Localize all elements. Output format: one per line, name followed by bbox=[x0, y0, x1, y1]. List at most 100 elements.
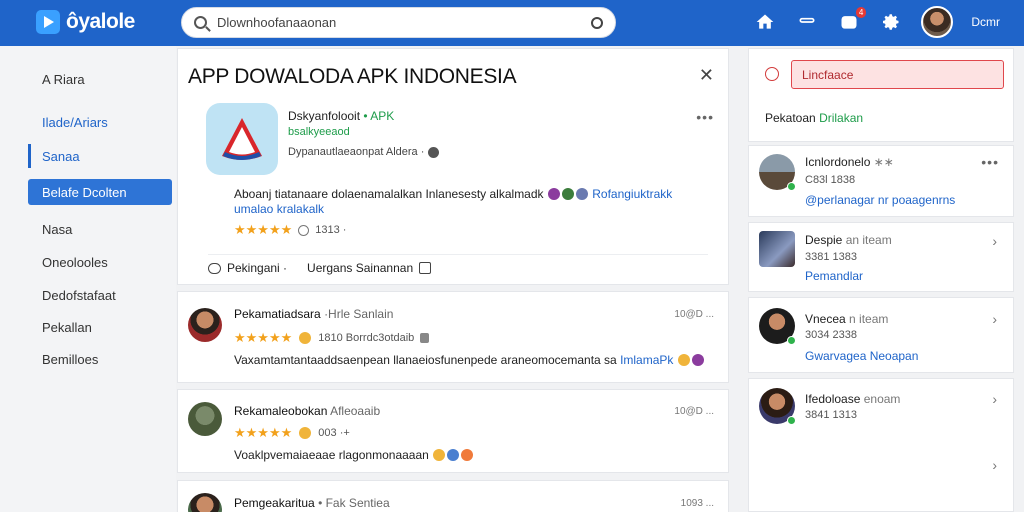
sidebar-item-pekallan[interactable]: Pekallan bbox=[28, 314, 172, 340]
review-author[interactable]: Rekamaleobokan Afleoaaib bbox=[234, 404, 380, 418]
review-body: Vaxamtamtantaaddsaenpean llanaeiosfunenp… bbox=[234, 353, 617, 367]
list-item[interactable]: Icnlordonelo ∗∗ ••• C83l 1838 @perlanaga… bbox=[748, 145, 1014, 217]
report-button[interactable]: Lincfaace bbox=[791, 60, 1004, 89]
sidebar-item-nasa[interactable]: Nasa bbox=[28, 216, 172, 242]
online-status-icon bbox=[787, 336, 796, 345]
description-link[interactable]: umalao kralakalk bbox=[234, 202, 324, 216]
review-time: 10@D ... bbox=[674, 309, 714, 320]
list-item[interactable]: Vnecea n iteam › 3034 2338 Gwarvagea Neo… bbox=[748, 297, 1014, 373]
user-avatar[interactable] bbox=[921, 6, 954, 38]
review-author-name: Rekamaleobokan bbox=[234, 404, 328, 418]
sidebar: A Riara Ilade/Ariars Sanaa Belafe Dcolte… bbox=[0, 46, 176, 512]
review-text: Vaxamtamtantaaddsaenpean llanaeiosfunenp… bbox=[234, 353, 705, 367]
list-item-name: Vnecea n iteam bbox=[805, 312, 888, 326]
app-rating: ★★★★★ 1313 · bbox=[234, 222, 346, 238]
list-item-sub: 3034 2338 bbox=[805, 329, 857, 341]
review-link[interactable]: ImlamaPk bbox=[620, 353, 673, 367]
logo[interactable]: ôyalole bbox=[36, 10, 135, 34]
close-button[interactable]: ✕ bbox=[699, 65, 714, 86]
settings-button[interactable] bbox=[879, 10, 903, 34]
app-type-tag: • APK bbox=[363, 109, 395, 123]
review-author[interactable]: Pemgeakaritua • Fak Sentiea bbox=[234, 496, 390, 510]
sidebar-item-active[interactable]: Belafe Dcolten bbox=[28, 179, 172, 205]
list-item-name-text: Vnecea bbox=[805, 312, 846, 326]
app-name[interactable]: Dskyanfolooit • APK bbox=[288, 109, 394, 123]
list-item-link[interactable]: @perlanagar nr poaagenrns bbox=[805, 193, 955, 207]
review-meta: ·Hrle Sanlain bbox=[324, 307, 394, 321]
app-logo-icon bbox=[222, 118, 262, 160]
thumbnail bbox=[759, 231, 795, 267]
verified-icon bbox=[428, 146, 440, 158]
info-icon bbox=[298, 224, 310, 236]
clear-search-icon[interactable] bbox=[591, 16, 603, 29]
app-icon bbox=[206, 103, 278, 175]
list-item-sub: C83l 1838 bbox=[805, 174, 856, 186]
emoji-icon bbox=[433, 449, 446, 461]
sidebar-item-bemilloes[interactable]: Bemilloes bbox=[28, 346, 172, 372]
report-card: Lincfaace Pekatoan Drilakan bbox=[748, 48, 1014, 142]
app-developer[interactable]: bsalkyeeaod bbox=[288, 126, 350, 138]
chevron-right-icon[interactable]: › bbox=[992, 457, 997, 473]
review-author[interactable]: Pekamatiadsara ·Hrle Sanlain bbox=[234, 307, 393, 321]
list-item-name-text: Icnlordonelo bbox=[805, 155, 871, 169]
avatar[interactable] bbox=[188, 402, 222, 436]
review-rating: ★★★★★ 1810 Borrdc3otdaib bbox=[234, 330, 430, 346]
emoji-icon bbox=[299, 332, 312, 344]
chevron-right-icon[interactable]: › bbox=[992, 391, 997, 407]
online-status-icon bbox=[787, 416, 796, 425]
sidebar-item-sanaa[interactable]: Sanaa bbox=[28, 143, 172, 169]
emoji-icon bbox=[561, 188, 574, 200]
messages-button[interactable] bbox=[795, 10, 819, 34]
list-item-link[interactable]: Pemandlar bbox=[805, 269, 863, 283]
list-item-link[interactable]: Gwarvagea Neoapan bbox=[805, 349, 918, 363]
emoji-icon bbox=[461, 449, 474, 461]
list-item[interactable]: Despie an iteam › 3381 1383 Pemandlar bbox=[748, 222, 1014, 292]
like-icon bbox=[419, 262, 432, 274]
notifications-button[interactable]: 4 bbox=[837, 7, 867, 34]
sidebar-item-dedofstafaat[interactable]: Dedofstafaat bbox=[28, 282, 172, 308]
list-item-meta: an iteam bbox=[845, 233, 892, 247]
sidebar-item-ariars[interactable]: Ilade/Ariars bbox=[28, 109, 172, 135]
search-bar[interactable] bbox=[181, 7, 616, 38]
section-label-green[interactable]: Drilakan bbox=[819, 111, 863, 125]
online-status-icon bbox=[787, 182, 796, 191]
review-text: Voaklpvemaiaeaae rlagonmonaaaan bbox=[234, 448, 474, 462]
list-item-meta: n iteam bbox=[849, 312, 889, 326]
list-item[interactable]: Ifedoloase enoam › 3841 1313 › bbox=[748, 378, 1014, 512]
sidebar-item-riara[interactable]: A Riara bbox=[28, 66, 172, 92]
more-options-button[interactable]: ••• bbox=[696, 109, 714, 125]
lock-icon bbox=[420, 333, 430, 343]
review-rating-text: 1810 Borrdc3otdaib bbox=[318, 332, 415, 344]
review-card: Pekamatiadsara ·Hrle Sanlain 10@D ... ★★… bbox=[177, 291, 729, 383]
user-name[interactable]: Dcmr bbox=[971, 15, 1000, 29]
gear-icon bbox=[883, 14, 899, 30]
emoji-icon bbox=[691, 354, 704, 366]
home-button[interactable] bbox=[753, 10, 777, 34]
review-card: Pemgeakaritua • Fak Sentiea 1093 ... bbox=[177, 480, 729, 512]
comment-button[interactable]: Pekingani · bbox=[208, 261, 287, 275]
more-options-button[interactable]: ••• bbox=[981, 154, 999, 170]
review-rating: ★★★★★ 003 ·+ bbox=[234, 425, 350, 441]
like-button[interactable]: Uergans Sainannan bbox=[307, 261, 432, 275]
review-time: 1093 ... bbox=[680, 498, 714, 509]
app-subtitle: Dypanautlaeaonpat Aldera · bbox=[288, 146, 440, 158]
chat-icon bbox=[799, 17, 815, 23]
sidebar-item-oneolooles[interactable]: Oneolooles bbox=[28, 249, 172, 275]
chevron-right-icon[interactable]: › bbox=[992, 311, 997, 327]
review-time: 10@D ... bbox=[674, 406, 714, 417]
star-rating-icon: ★★★★★ bbox=[234, 330, 293, 345]
app-actions: Pekingani · Uergans Sainannan bbox=[208, 254, 708, 275]
app-card: APP DOWALODA APK INDONESIA ✕ Dskyanfoloo… bbox=[177, 48, 729, 285]
alert-icon bbox=[765, 67, 779, 81]
avatar[interactable] bbox=[188, 493, 222, 512]
search-input[interactable] bbox=[217, 15, 591, 30]
chevron-right-icon[interactable]: › bbox=[992, 233, 997, 249]
description-link[interactable]: Rofangiuktrakk bbox=[592, 187, 672, 201]
star-rating-icon: ★★★★★ bbox=[234, 425, 293, 440]
like-label: Uergans Sainannan bbox=[307, 261, 414, 275]
section-label: Pekatoan Drilakan bbox=[765, 111, 863, 125]
avatar[interactable] bbox=[188, 308, 222, 342]
home-icon bbox=[756, 14, 774, 29]
top-icons: 4 Dcmr bbox=[753, 6, 1000, 38]
top-bar: ôyalole 4 Dcmr bbox=[0, 0, 1024, 46]
